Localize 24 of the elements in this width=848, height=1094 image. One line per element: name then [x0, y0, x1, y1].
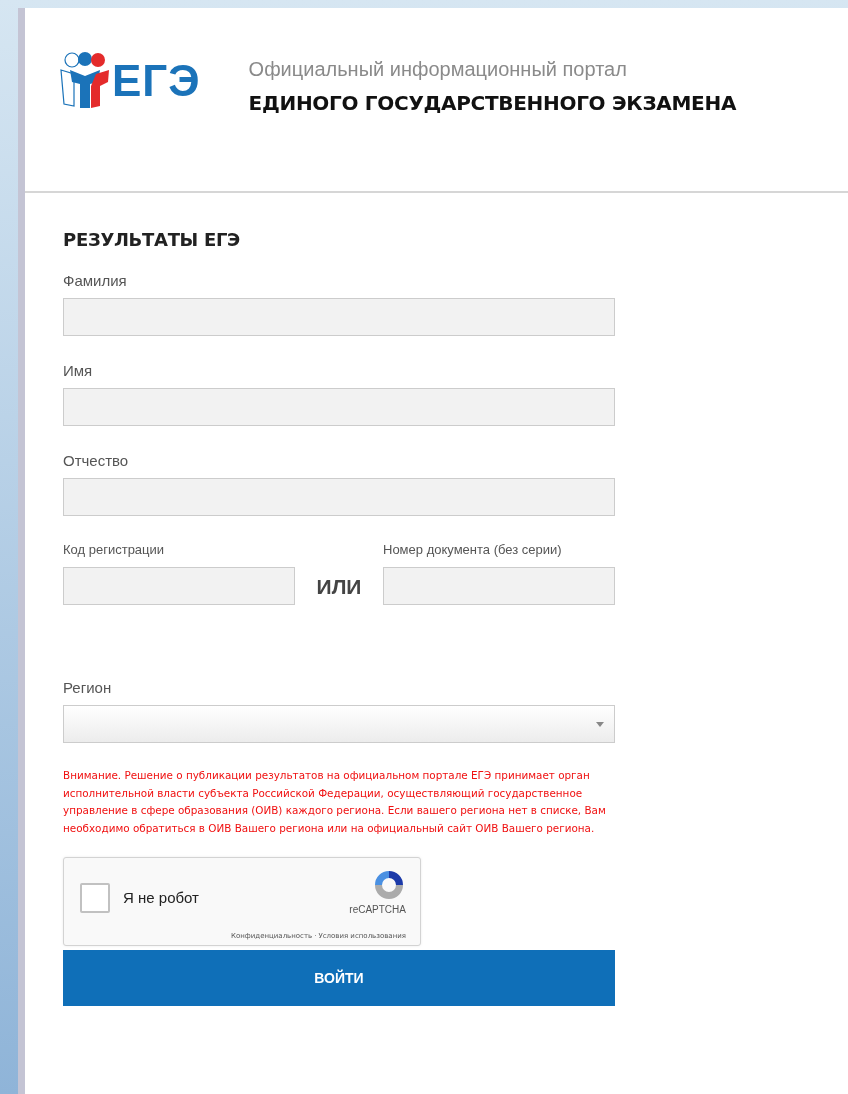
field-label: Регион: [63, 679, 113, 696]
warning-text: Внимание. Решение о публикации результатов на официальном портале ЕГЭ принимает орган исполнительной власти субъекта Российской Федерации, осуществляющий государственное управление в сфере образования (ОИВ) каждого региона. Если вашего региона нет в списке, Вам необходимо обратиться в ОИВ Вашего региона или на официальный сайт ОИВ Вашего региона.: [63, 768, 607, 836]
field-label: Код регистрации: [63, 542, 166, 557]
input-field[interactable]: [63, 478, 615, 516]
portal-subtitle: Официальный информационный портал: [248, 58, 628, 81]
region-dropdown[interactable]: [63, 705, 615, 743]
field-label: Отчество: [63, 452, 130, 469]
input-field[interactable]: [63, 388, 615, 426]
field-label: Номер документа (без серии): [383, 542, 563, 557]
login-button[interactable]: ВОЙТИ: [63, 950, 615, 1007]
input-field[interactable]: [383, 567, 615, 605]
recaptcha-brand: reCAPTCHA: [349, 904, 406, 916]
input-field[interactable]: [63, 567, 295, 605]
input-field[interactable]: [63, 298, 615, 336]
captcha-label: Я не робот: [123, 889, 199, 909]
form-title: РЕЗУЛЬТАТЫ ЕГЭ: [63, 229, 241, 250]
people-logo-icon: [60, 52, 110, 110]
dropdown-arrow-icon: [596, 721, 604, 727]
portal-title: ЕДИНОГО ГОСУДАРСТВЕННОГО ЭКЗАМЕНА: [248, 91, 737, 115]
logo-text: ЕГЭ: [112, 56, 201, 106]
field-label: Имя: [63, 362, 94, 379]
captcha-checkbox[interactable]: [80, 883, 110, 914]
or-separator: ИЛИ: [315, 575, 363, 600]
field-label: Фамилия: [63, 272, 128, 289]
